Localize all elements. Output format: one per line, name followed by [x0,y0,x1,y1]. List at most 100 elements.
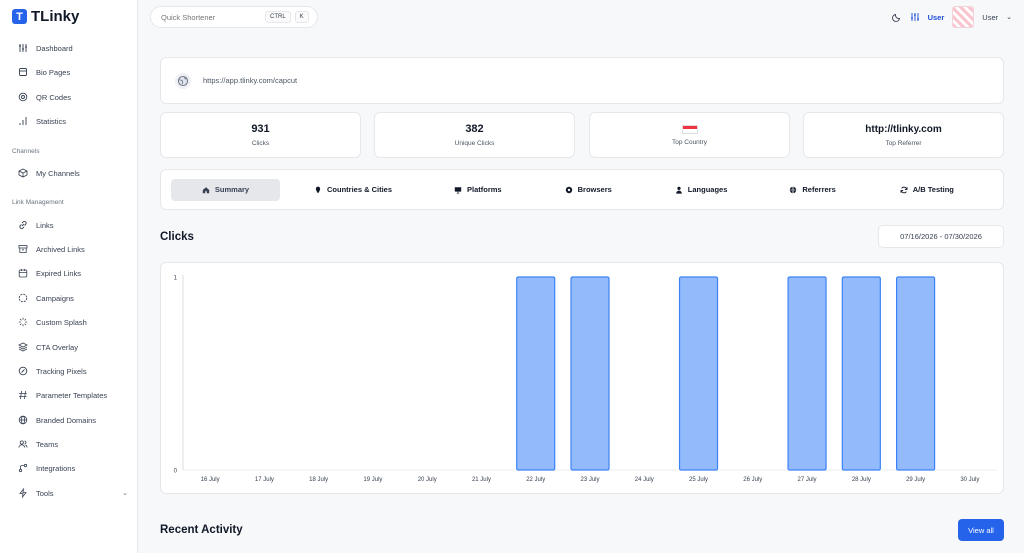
chevron-down-icon[interactable]: ⌄ [1006,13,1012,21]
stats-tabs: Summary Countries & Cities Platforms Bro… [160,169,1004,210]
globe-icon [175,72,191,89]
stat-country-label: Top Country [671,138,708,146]
sidebar-item-parameter-templates[interactable]: Parameter Templates [18,388,128,402]
y-tick-label: 1 [174,276,178,282]
tab-label: Summary [214,185,250,194]
sidebar-item-my-channels[interactable]: My Channels [18,166,128,180]
home-icon [202,186,210,193]
tab-referrers[interactable]: Referrers [789,179,836,201]
tab-browsers[interactable]: Browsers [565,179,612,201]
users-icon [18,440,28,448]
sidebar-item-archived-links[interactable]: Archived Links [18,242,128,256]
pixel-icon [18,366,28,376]
sidebar: T TLinky Dashboard Bio Pages QR Codes St… [0,0,138,553]
tab-label: Browsers [577,185,612,194]
user-menu[interactable]: User [982,13,998,22]
brand-icon: T [12,9,27,24]
bio-pages-icon [19,68,27,76]
sidebar-item-cta-overlay[interactable]: CTA Overlay [18,340,128,354]
quick-shortener[interactable]: CTRL K [150,6,318,28]
quick-shortener-input[interactable] [161,12,261,22]
sidebar-item-label: Campaigns [36,293,74,303]
y-tick-label: 0 [174,469,178,475]
x-tick-label: 21 July [472,477,491,483]
browser-icon [565,186,572,193]
sidebar-item-custom-splash[interactable]: Custom Splash [18,315,128,329]
tab-label: A/B Testing [912,185,954,194]
sidebar-item-label: Expired Links [36,268,82,278]
brand-logo[interactable]: T TLinky [12,8,79,25]
x-tick-label: 29 July [906,477,925,483]
moon-icon[interactable] [891,12,902,22]
sidebar-item-branded-domains[interactable]: Branded Domains [18,413,128,427]
tab-label: Platforms [467,185,502,194]
sidebar-item-teams[interactable]: Teams [18,437,128,451]
x-tick-label: 17 July [255,477,274,483]
tab-platforms[interactable]: Platforms [454,179,502,201]
bar-28-july [841,276,881,471]
link-url[interactable]: https://app.tlinky.com/capcut [203,76,297,85]
sidebar-item-label: Parameter Templates [36,390,108,400]
archive-icon [18,245,28,253]
sidebar-section-link-management: Link Management [12,199,64,206]
stat-top-country: Top Country [589,112,790,158]
sidebar-item-links[interactable]: Links [18,218,128,232]
globe-icon [790,186,797,193]
x-tick-label: 25 July [689,477,708,483]
sidebar-item-tools[interactable]: Tools ⌄ [18,486,128,500]
tab-languages[interactable]: Languages [675,179,727,201]
x-tick-label: 28 July [852,477,871,483]
sidebar-item-tracking-pixels[interactable]: Tracking Pixels [18,364,128,378]
clicks-chart: 0 1 16 July 17 July 18 July 19 July 20 July 21 … [160,262,1004,494]
sidebar-item-label: Custom Splash [36,317,87,327]
sidebar-item-statistics[interactable]: Statistics [18,114,128,128]
bar-29-july [895,276,936,471]
recent-activity-title: Recent Activity [160,524,243,536]
x-tick-label: 16 July [201,477,220,483]
sidebar-item-label: Dashboard [36,43,73,53]
sidebar-item-campaigns[interactable]: Campaigns [18,291,128,305]
sidebar-item-label: Tracking Pixels [36,366,87,376]
stat-unique-clicks: 382 Unique Clicks [374,112,575,158]
sidebar-item-dashboard[interactable]: Dashboard [18,41,128,55]
sidebar-item-expired-links[interactable]: Expired Links [18,266,128,280]
sidebar-item-label: My Channels [36,168,80,178]
sidebar-item-bio-pages[interactable]: Bio Pages [18,65,128,79]
stat-unique-label: Unique Clicks [454,140,495,147]
bar-25-july [678,276,719,471]
splash-icon [18,317,28,327]
sidebar-section-channels: Channels [12,148,40,155]
user-link[interactable]: User [928,13,945,22]
hash-icon [19,390,27,400]
bar-27-july [787,276,827,471]
date-range-picker[interactable]: 07/16/2026 - 07/30/2026 [878,225,1004,248]
integrations-icon [18,463,28,473]
tab-countries-cities[interactable]: Countries & Cities [314,179,392,201]
statistics-icon [19,117,27,125]
tab-ab-testing[interactable]: A/B Testing [900,179,954,201]
avatar[interactable] [952,6,975,28]
bar-23-july [570,276,610,471]
user-icon [675,186,682,194]
x-tick-label: 18 July [309,477,328,483]
tab-label: Referrers [802,185,836,194]
map-pin-icon [315,186,321,193]
stat-clicks: 931 Clicks [160,112,361,158]
globe-icon [18,415,28,425]
tab-summary[interactable]: Summary [171,178,280,201]
sliders-icon[interactable] [910,12,920,22]
view-all-button[interactable]: View all [958,519,1004,541]
sidebar-item-integrations[interactable]: Integrations [18,461,128,475]
x-tick-label: 23 July [580,477,599,483]
stat-clicks-value: 931 [251,123,270,135]
stat-unique-value: 382 [465,123,484,135]
x-tick-label: 20 July [418,477,437,483]
chevron-down-icon: ⌄ [122,490,128,497]
shortcut-k: K [294,11,309,23]
sidebar-item-qr-codes[interactable]: QR Codes [18,90,128,104]
clicks-title: Clicks [160,231,194,243]
stat-top-referrer: http://tlinky.com Top Referrer [803,112,1004,158]
shortcut-ctrl: CTRL [265,11,291,23]
tab-label: Countries & Cities [327,185,393,194]
link-icon [19,220,27,230]
